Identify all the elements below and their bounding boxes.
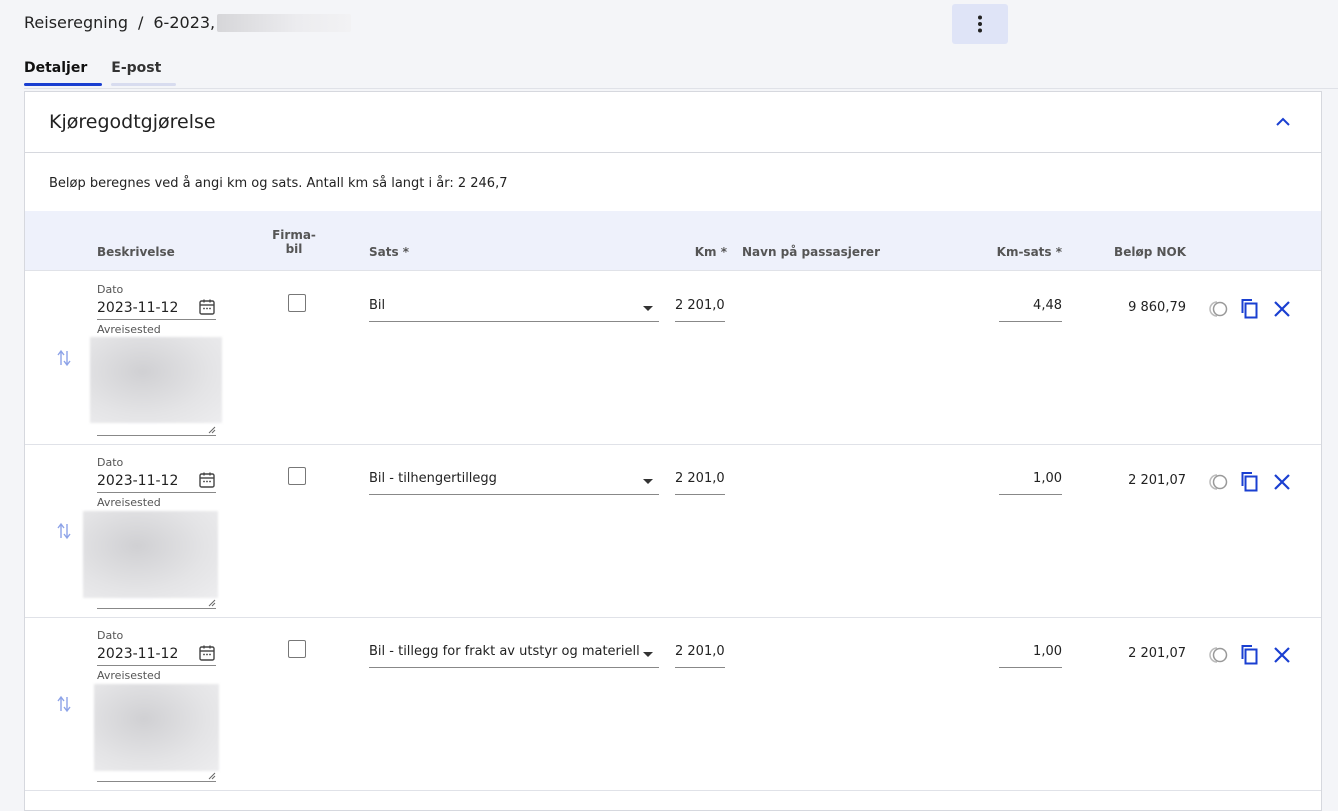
amount-value: 2 201,07 xyxy=(1128,646,1186,661)
breadcrumb: Reiseregning / 6-2023, xyxy=(24,13,352,32)
date-value: 2023-11-12 xyxy=(97,473,179,489)
header-company-car: Firma- bil xyxy=(272,228,316,256)
rate-type-select[interactable]: Bil - tillegg for frakt av utstyr og mat… xyxy=(369,644,659,668)
date-label: Dato xyxy=(97,629,124,642)
rate-type-value: Bil - tillegg for frakt av utstyr og mat… xyxy=(369,644,640,659)
tab-bar: Detaljer E-post xyxy=(24,58,177,86)
rate-type-select[interactable]: Bil xyxy=(369,298,659,322)
rate-type-value: Bil - tilhengertillegg xyxy=(369,471,497,486)
reorder-arrows-icon[interactable] xyxy=(55,348,73,368)
header-passengers: Navn på passasjerer xyxy=(742,245,880,259)
header-km-rate: Km-sats * xyxy=(996,245,1062,259)
departure-label: Avreisested xyxy=(97,323,161,336)
company-car-checkbox[interactable] xyxy=(288,640,306,658)
redacted-name xyxy=(217,13,352,32)
breadcrumb-separator: / xyxy=(137,13,144,32)
km-rate-input[interactable]: 4,48 xyxy=(999,298,1062,322)
copy-icon[interactable] xyxy=(1238,643,1262,667)
resize-handle-icon[interactable] xyxy=(208,599,216,607)
copy-icon[interactable] xyxy=(1238,470,1262,494)
date-input[interactable]: 2023-11-12 xyxy=(97,471,216,493)
info-text: Beløp beregnes ved å angi km og sats. An… xyxy=(49,176,508,191)
close-icon[interactable] xyxy=(1270,297,1294,321)
header-description: Beskrivelse xyxy=(97,245,175,259)
more-menu-button[interactable] xyxy=(952,4,1008,44)
departure-label: Avreisested xyxy=(97,496,161,509)
date-label: Dato xyxy=(97,283,124,296)
calendar-icon[interactable] xyxy=(198,298,216,316)
rate-type-select[interactable]: Bil - tilhengertillegg xyxy=(369,471,659,495)
km-input[interactable]: 2 201,07 xyxy=(675,298,725,322)
departure-textarea[interactable] xyxy=(90,337,222,423)
header-amount: Beløp NOK xyxy=(1114,245,1186,259)
header-company-car-line2: bil xyxy=(285,242,303,256)
reorder-arrows-icon[interactable] xyxy=(55,694,73,714)
textarea-underline xyxy=(97,608,216,609)
departure-textarea[interactable] xyxy=(94,684,219,771)
km-input[interactable]: 2 201,07 xyxy=(675,471,725,495)
table-header: Beskrivelse Firma- bil Sats * Km * Navn … xyxy=(25,211,1321,271)
date-input[interactable]: 2023-11-12 xyxy=(97,298,216,320)
chevron-up-icon[interactable] xyxy=(1273,112,1293,132)
resize-handle-icon[interactable] xyxy=(208,772,216,780)
toggle-icon[interactable] xyxy=(1206,297,1230,321)
toggle-icon[interactable] xyxy=(1206,470,1230,494)
date-value: 2023-11-12 xyxy=(97,300,179,316)
rate-type-value: Bil xyxy=(369,298,386,313)
date-label: Dato xyxy=(97,456,124,469)
textarea-underline xyxy=(97,781,216,782)
vertical-dots-icon xyxy=(978,15,982,33)
amount-value: 2 201,07 xyxy=(1128,473,1186,488)
header-rate-type: Sats * xyxy=(369,245,410,259)
calendar-icon[interactable] xyxy=(198,471,216,489)
tab-e-post[interactable]: E-post xyxy=(111,58,177,86)
calendar-icon[interactable] xyxy=(198,644,216,662)
copy-icon[interactable] xyxy=(1238,297,1262,321)
breadcrumb-current: 6-2023, xyxy=(153,13,216,32)
toggle-icon[interactable] xyxy=(1206,643,1230,667)
km-rate-input[interactable]: 1,00 xyxy=(999,644,1062,668)
table-row: Dato 2023-11-12 Avreisested Bil - tilleg… xyxy=(25,618,1321,791)
header-km: Km * xyxy=(694,245,727,259)
date-value: 2023-11-12 xyxy=(97,646,179,662)
card-header[interactable]: Kjøregodtgjørelse xyxy=(25,92,1321,153)
top-bar: Reiseregning / 6-2023, Detaljer E-post xyxy=(0,0,1338,90)
company-car-checkbox[interactable] xyxy=(288,294,306,312)
dropdown-arrow-icon xyxy=(643,652,653,657)
close-icon[interactable] xyxy=(1270,643,1294,667)
dropdown-arrow-icon xyxy=(643,479,653,484)
header-company-car-line1: Firma- xyxy=(272,228,316,242)
dropdown-arrow-icon xyxy=(643,306,653,311)
date-input[interactable]: 2023-11-12 xyxy=(97,644,216,666)
close-icon[interactable] xyxy=(1270,470,1294,494)
km-input[interactable]: 2 201,07 xyxy=(675,644,725,668)
textarea-underline xyxy=(97,435,216,436)
tab-detaljer[interactable]: Detaljer xyxy=(24,58,103,86)
amount-value: 9 860,79 xyxy=(1128,300,1186,315)
table-row: Dato 2023-11-12 Avreisested Bil 2 201,07… xyxy=(25,272,1321,445)
breadcrumb-root[interactable]: Reiseregning xyxy=(24,13,128,32)
table-row: Dato 2023-11-12 Avreisested Bil - tilhen… xyxy=(25,445,1321,618)
company-car-checkbox[interactable] xyxy=(288,467,306,485)
section-title: Kjøregodtgjørelse xyxy=(49,111,216,133)
departure-label: Avreisested xyxy=(97,669,161,682)
departure-textarea[interactable] xyxy=(83,511,218,598)
km-rate-input[interactable]: 1,00 xyxy=(999,471,1062,495)
mileage-card: Kjøregodtgjørelse Beløp beregnes ved å a… xyxy=(24,91,1322,811)
reorder-arrows-icon[interactable] xyxy=(55,521,73,541)
tab-divider xyxy=(24,88,1338,89)
resize-handle-icon[interactable] xyxy=(208,426,216,434)
